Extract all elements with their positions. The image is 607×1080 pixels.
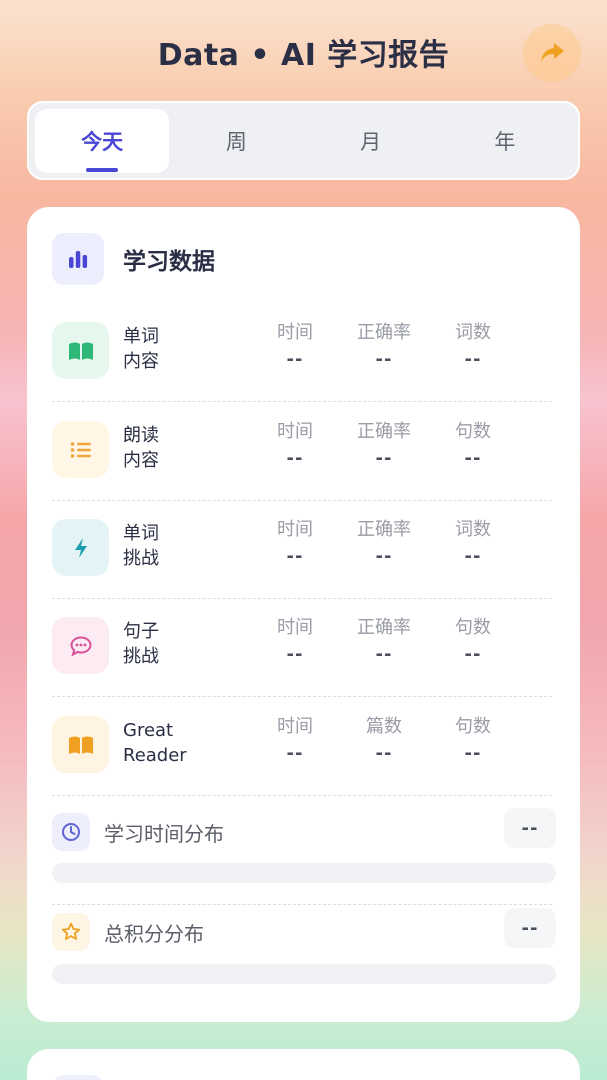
tab-label: 今天 bbox=[81, 129, 124, 154]
stat-accuracy: 正确率 -- bbox=[357, 617, 411, 665]
stat-count: 句数 -- bbox=[455, 421, 491, 469]
tab-label: 周 bbox=[225, 129, 247, 154]
row-name: Great Reader bbox=[123, 720, 187, 766]
stat-articles: 篇数 -- bbox=[366, 716, 402, 764]
stat-accuracy: 正确率 -- bbox=[357, 322, 411, 370]
tab-today[interactable]: 今天 bbox=[35, 108, 170, 173]
row-word-challenge[interactable]: 单词 挑战 时间 -- 正确率 -- 词数 -- bbox=[52, 501, 552, 599]
stat-time: 时间 -- bbox=[277, 716, 313, 764]
tab-label: 月 bbox=[360, 129, 382, 154]
row-sentence-challenge[interactable]: 句子 挑战 时间 -- 正确率 -- 句数 -- bbox=[52, 599, 552, 697]
share-arrow-icon bbox=[541, 43, 564, 62]
divider bbox=[52, 904, 552, 905]
section-icon bbox=[52, 1075, 104, 1080]
distribution-value: -- bbox=[504, 908, 556, 948]
distribution-bar bbox=[52, 863, 556, 883]
study-data-header: 学习数据 bbox=[52, 233, 215, 285]
study-data-card: 学习数据 单词 内容 时间 -- 正确率 -- 词数 -- 朗读 内容 时间 -… bbox=[27, 207, 580, 1022]
stat-count: 句数 -- bbox=[455, 617, 491, 665]
distribution-label: 学习时间分布 bbox=[104, 821, 224, 846]
row-name: 句子 挑战 bbox=[123, 621, 159, 667]
tab-label: 年 bbox=[494, 129, 516, 154]
stat-accuracy: 正确率 -- bbox=[357, 519, 411, 567]
open-book-icon bbox=[52, 716, 109, 773]
star-icon bbox=[52, 913, 90, 951]
lightning-icon bbox=[52, 519, 109, 576]
section-title: 学习数据 bbox=[123, 249, 215, 275]
share-button[interactable] bbox=[523, 24, 581, 82]
open-book-icon bbox=[52, 322, 109, 379]
stat-time: 时间 -- bbox=[277, 421, 313, 469]
period-tabs: 今天 周 月 年 bbox=[27, 101, 580, 180]
distribution-value: -- bbox=[504, 808, 556, 848]
tab-month[interactable]: 月 bbox=[304, 109, 438, 173]
stat-time: 时间 -- bbox=[277, 322, 313, 370]
distribution-label: 总积分分布 bbox=[104, 921, 204, 946]
row-name: 朗读 内容 bbox=[123, 425, 159, 471]
row-name: 单词 内容 bbox=[123, 326, 159, 372]
chat-bubble-icon bbox=[52, 617, 109, 674]
tab-week[interactable]: 周 bbox=[169, 109, 303, 173]
stat-count: 句数 -- bbox=[455, 716, 491, 764]
study-time-distribution[interactable]: 学习时间分布 -- bbox=[52, 808, 556, 854]
distribution-bar bbox=[52, 964, 556, 984]
stat-accuracy: 正确率 -- bbox=[357, 421, 411, 469]
clock-icon bbox=[52, 813, 90, 851]
row-name: 单词 挑战 bbox=[123, 523, 159, 569]
bar-chart-icon bbox=[52, 233, 104, 285]
header: Data • AI 学习报告 bbox=[0, 0, 607, 100]
total-points-distribution[interactable]: 总积分分布 -- bbox=[52, 908, 556, 954]
row-reading-content[interactable]: 朗读 内容 时间 -- 正确率 -- 句数 -- bbox=[52, 403, 552, 501]
row-word-content[interactable]: 单词 内容 时间 -- 正确率 -- 词数 -- bbox=[52, 304, 552, 402]
next-card bbox=[27, 1049, 580, 1080]
stat-time: 时间 -- bbox=[277, 617, 313, 665]
row-great-reader[interactable]: Great Reader 时间 -- 篇数 -- 句数 -- bbox=[52, 698, 552, 796]
stat-time: 时间 -- bbox=[277, 519, 313, 567]
stat-count: 词数 -- bbox=[455, 322, 491, 370]
tab-year[interactable]: 年 bbox=[438, 109, 572, 173]
stat-count: 词数 -- bbox=[455, 519, 491, 567]
page-title: Data • AI 学习报告 bbox=[157, 38, 450, 73]
list-icon bbox=[52, 421, 109, 478]
